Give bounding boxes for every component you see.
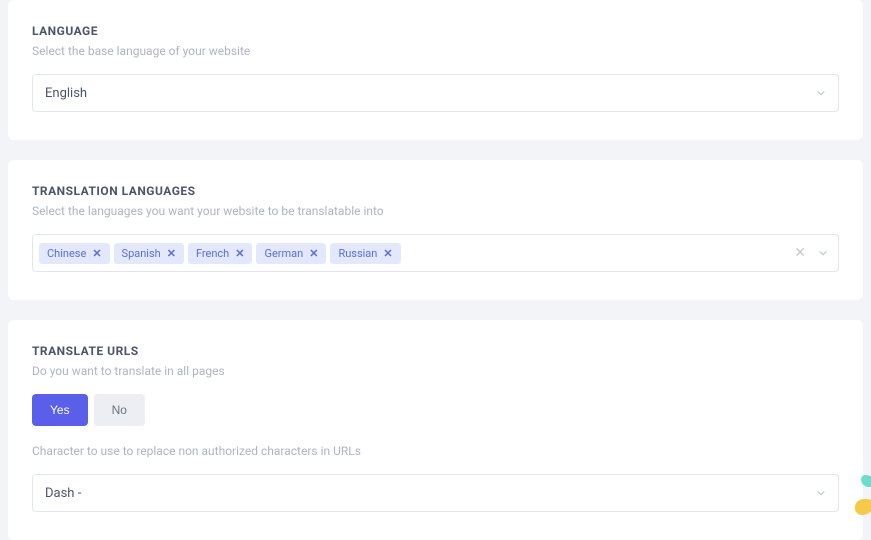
url-char-select-value: Dash - xyxy=(45,486,816,501)
language-tag: Russian ✕ xyxy=(330,243,400,264)
language-select-value: English xyxy=(45,86,816,101)
tag-remove-icon[interactable]: ✕ xyxy=(383,247,392,260)
language-tag: Spanish ✕ xyxy=(114,243,184,264)
no-button[interactable]: No xyxy=(94,394,145,426)
urls-title: TRANSLATE URLS xyxy=(32,344,839,358)
url-char-select[interactable]: Dash - xyxy=(32,474,839,512)
tag-select-controls: ✕ xyxy=(794,245,828,261)
language-select[interactable]: English xyxy=(32,74,839,112)
chevron-down-icon xyxy=(816,88,826,98)
tag-remove-icon[interactable]: ✕ xyxy=(92,247,101,260)
language-tag: Chinese ✕ xyxy=(39,243,110,264)
urls-desc1: Do you want to translate in all pages xyxy=(32,364,839,378)
tag-label: French xyxy=(196,247,229,260)
language-tag: German ✕ xyxy=(256,243,326,264)
tag-label: Chinese xyxy=(47,247,86,260)
language-tag: French ✕ xyxy=(188,243,253,264)
chevron-down-icon xyxy=(816,488,826,498)
tag-label: Russian xyxy=(338,247,377,260)
tag-label: Spanish xyxy=(122,247,161,260)
language-title: LANGUAGE xyxy=(32,24,839,38)
language-card: LANGUAGE Select the base language of you… xyxy=(8,0,863,140)
translation-tag-input[interactable]: Chinese ✕ Spanish ✕ French ✕ German ✕ Ru… xyxy=(32,234,839,272)
tag-remove-icon[interactable]: ✕ xyxy=(235,247,244,260)
tag-label: German xyxy=(264,247,303,260)
translation-title: TRANSLATION LANGUAGES xyxy=(32,184,839,198)
yes-no-toggle: Yes No xyxy=(32,394,145,426)
translation-card: TRANSLATION LANGUAGES Select the languag… xyxy=(8,160,863,300)
yes-button[interactable]: Yes xyxy=(32,394,88,426)
tag-remove-icon[interactable]: ✕ xyxy=(167,247,176,260)
language-desc: Select the base language of your website xyxy=(32,44,839,58)
urls-desc2: Character to use to replace non authoriz… xyxy=(32,444,839,458)
tag-remove-icon[interactable]: ✕ xyxy=(309,247,318,260)
translation-desc: Select the languages you want your websi… xyxy=(32,204,839,218)
chevron-down-icon[interactable] xyxy=(818,248,828,258)
clear-all-icon[interactable]: ✕ xyxy=(794,245,806,261)
translate-urls-card: TRANSLATE URLS Do you want to translate … xyxy=(8,320,863,540)
